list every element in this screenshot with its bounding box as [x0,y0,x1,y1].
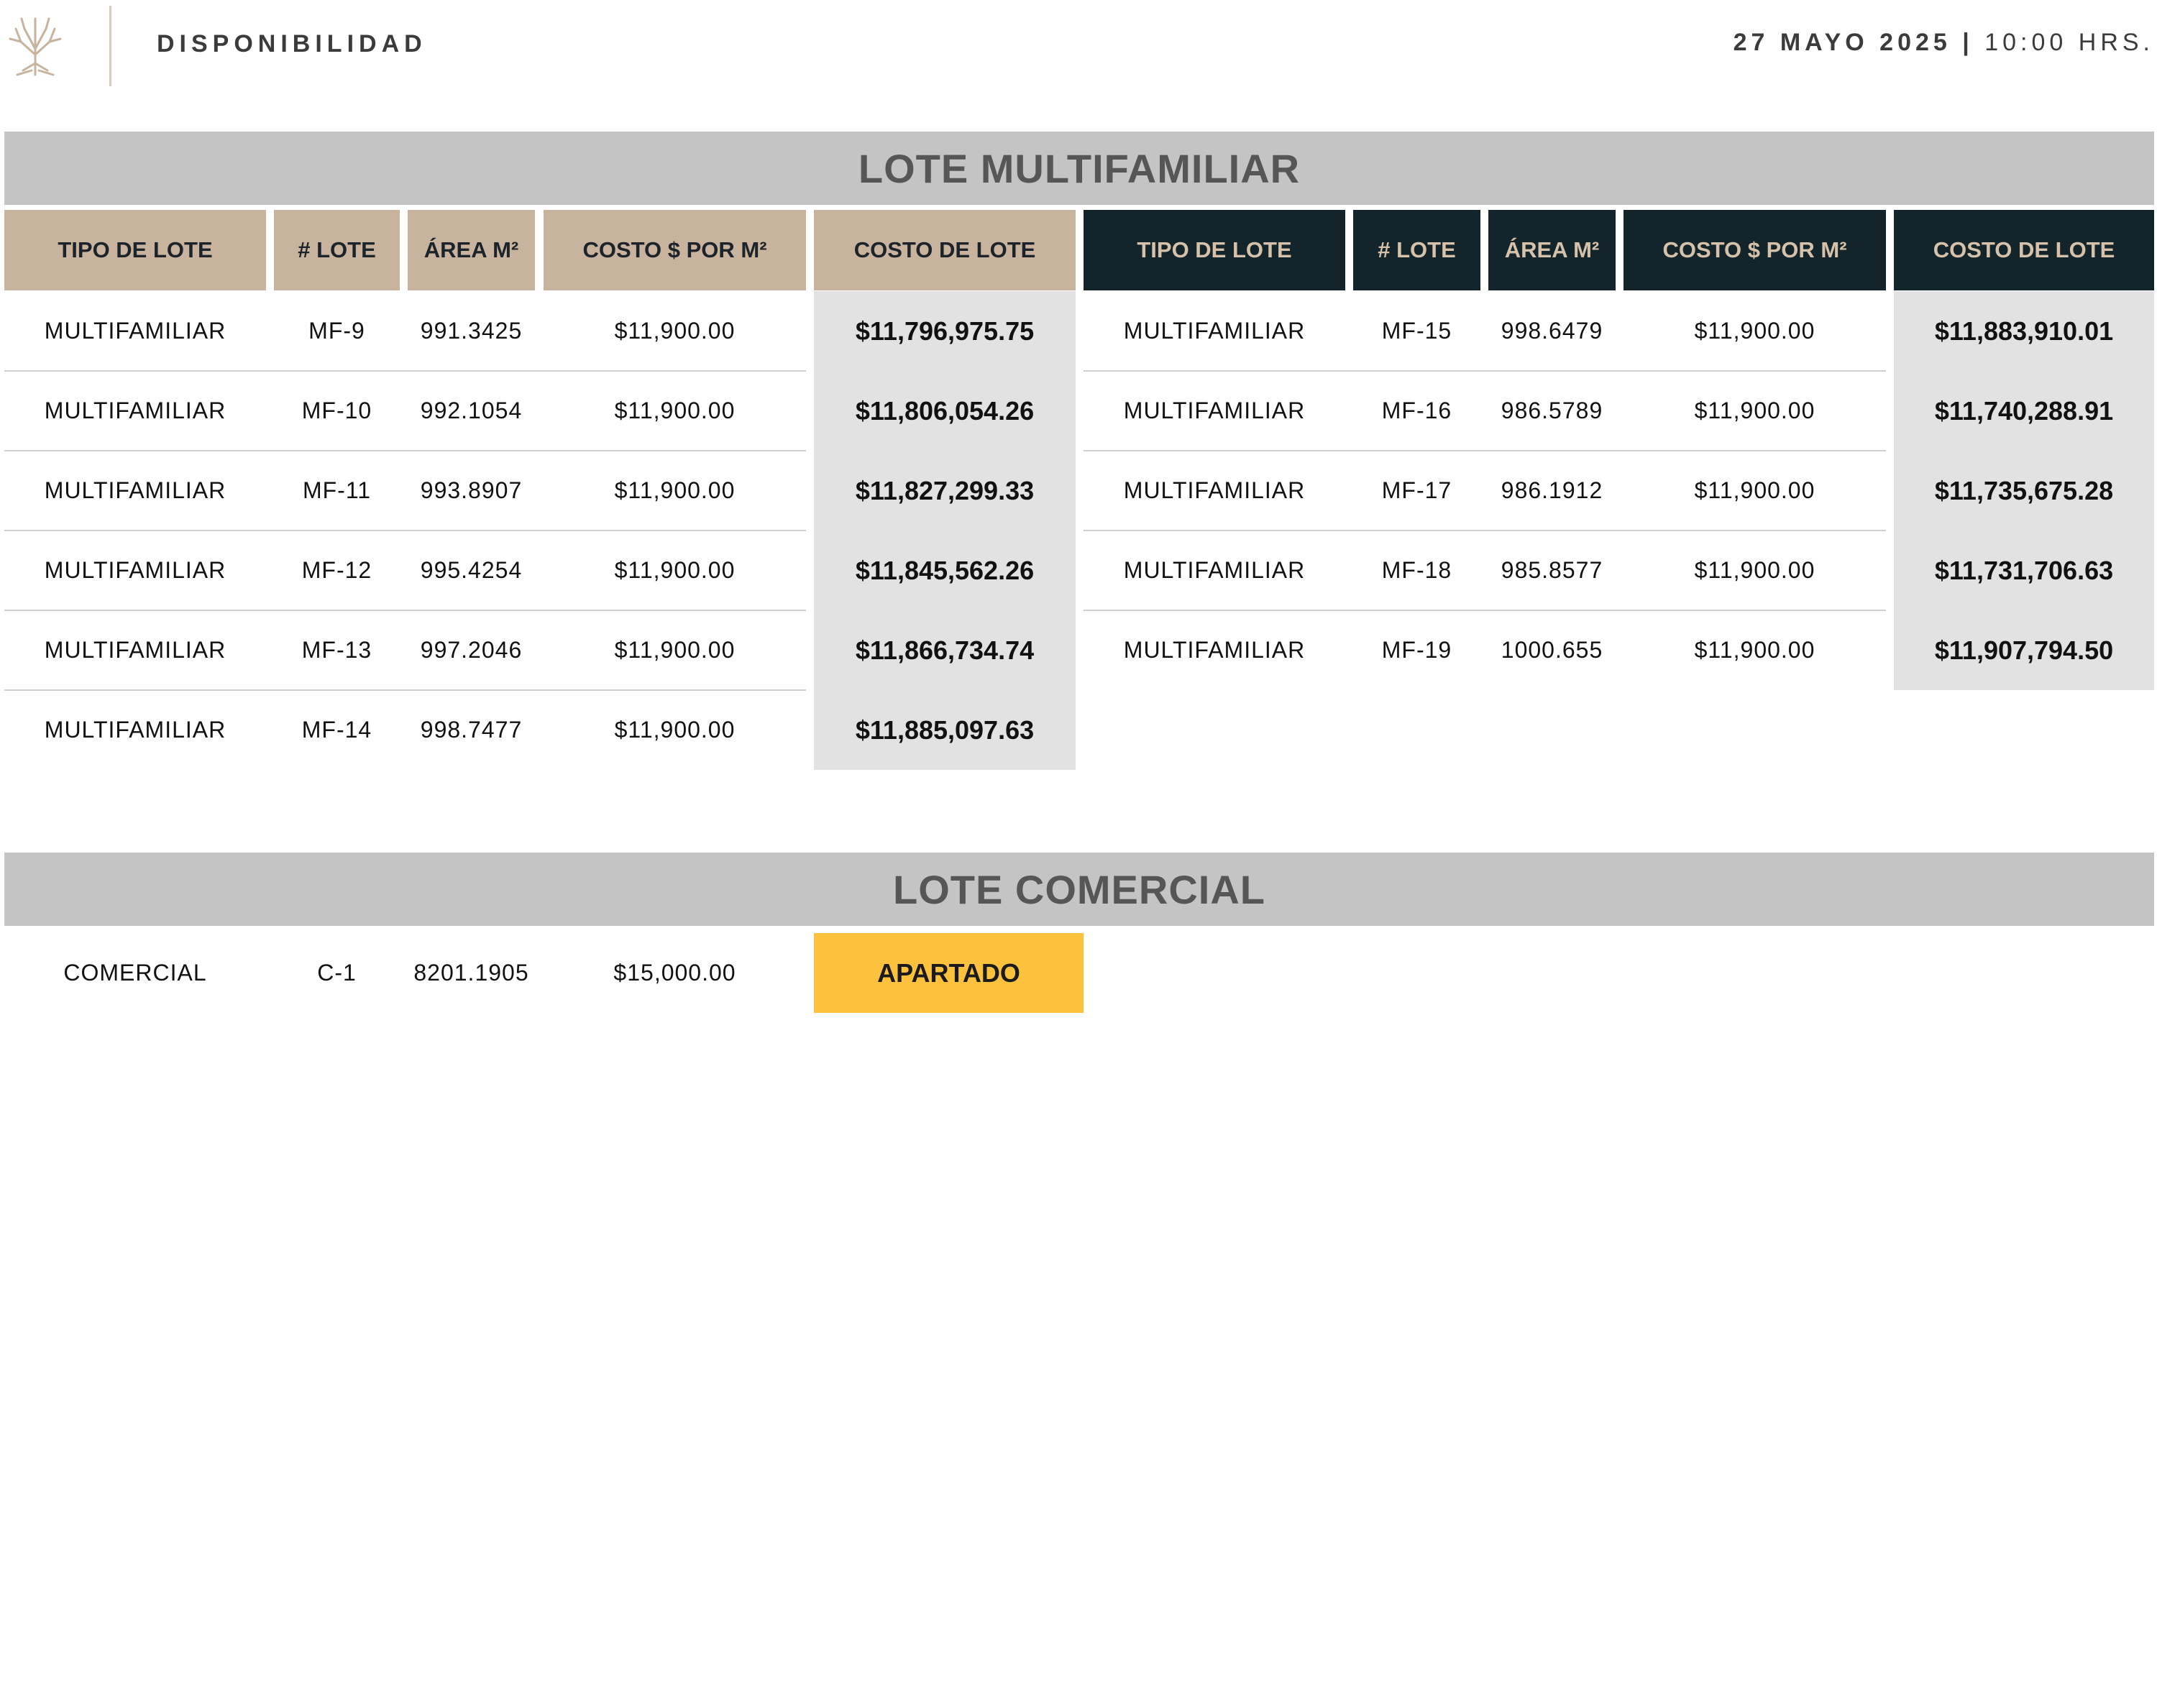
section-banner-multifamiliar: LOTE MULTIFAMILIAR [4,132,2154,205]
table-cell-costo_m2: $11,900.00 [1694,557,1815,583]
date-text: 27 MAYO 2025 [1733,29,1951,56]
table-cell-tipo: MULTIFAMILIAR [1123,477,1306,503]
table-cell-area: 1000.655 [1501,637,1603,663]
table-cell-tipo: MULTIFAMILIAR [1123,398,1306,423]
table-cell-lote: C-1 [317,960,357,986]
table-cell-lote: MF-13 [301,637,372,663]
section-banner-comercial: LOTE COMERCIAL [4,853,2154,926]
status-badge: APARTADO [814,933,1084,1013]
table-cell-tipo: MULTIFAMILIAR [44,717,226,743]
table-cell-lote: MF-16 [1381,398,1452,423]
table-cell-area: 986.1912 [1501,477,1603,503]
column-header-right-1: # LOTE [1353,210,1480,290]
table-cell-lote: MF-14 [301,717,372,743]
table-cell-costo_m2: $11,900.00 [1694,318,1815,344]
table-cell-costo: $11,885,097.63 [855,715,1035,745]
row-divider [4,450,806,451]
header-divider [109,6,111,86]
table-cell-lote: MF-15 [1381,318,1452,344]
column-header-left-0: TIPO DE LOTE [4,210,266,290]
table-cell-area: 8201.1905 [413,960,529,986]
table-cell-area: 998.6479 [1501,318,1603,344]
table-cell-costo: $11,731,706.63 [1934,555,2114,585]
table-cell-area: 985.8577 [1501,557,1603,583]
row-divider [1084,450,1886,451]
row-divider [4,370,806,372]
table-cell-costo: $11,845,562.26 [855,555,1035,585]
table-cell-costo: $11,806,054.26 [855,395,1035,426]
table-cell-costo: $11,907,794.50 [1934,635,2114,665]
table-cell-tipo: COMERCIAL [63,960,207,986]
column-header-left-4: COSTO DE LOTE [814,210,1076,290]
table-cell-lote: MF-10 [301,398,372,423]
row-divider [1084,370,1886,372]
table-cell-lote: MF-12 [301,557,372,583]
table-cell-costo_m2: $11,900.00 [1694,398,1815,423]
table-cell-costo: $11,796,975.75 [855,316,1035,346]
table-cell-lote: MF-19 [1381,637,1452,663]
page-title: DISPONIBILIDAD [157,30,427,58]
table-cell-lote: MF-11 [302,477,372,503]
row-divider [1084,530,1886,531]
table-cell-tipo: MULTIFAMILIAR [1123,557,1306,583]
table-cell-costo_m2: $11,900.00 [614,398,736,423]
date-time-stamp: 27 MAYO 2025 | 10:00 HRS. [1734,29,2154,57]
column-header-right-3: COSTO $ POR M² [1624,210,1886,290]
table-cell-costo_m2: $11,900.00 [614,477,736,503]
table-cell-lote: MF-17 [1381,477,1452,503]
table-cell-area: 992.1054 [420,398,523,423]
table-cell-lote: MF-18 [1381,557,1452,583]
table-cell-area: 998.7477 [420,717,523,743]
table-cell-tipo: MULTIFAMILIAR [44,477,226,503]
row-divider [4,689,806,691]
table-cell-tipo: MULTIFAMILIAR [1123,637,1306,663]
table-cell-costo_m2: $15,000.00 [613,960,736,986]
table-cell-costo_m2: $11,900.00 [614,637,736,663]
table-cell-costo: $11,740,288.91 [1934,395,2114,426]
table-cell-costo: $11,735,675.28 [1934,475,2114,505]
tree-logo-icon [9,17,62,76]
table-cell-area: 993.8907 [420,477,523,503]
table-cell-area: 991.3425 [420,318,523,344]
row-divider [4,530,806,531]
table-cell-costo_m2: $11,900.00 [614,717,736,743]
row-divider [4,610,806,611]
table-cell-area: 986.5789 [1501,398,1603,423]
column-header-right-0: TIPO DE LOTE [1084,210,1345,290]
row-divider [1084,610,1886,611]
column-header-left-2: ÁREA M² [408,210,535,290]
column-header-right-2: ÁREA M² [1488,210,1616,290]
table-cell-area: 995.4254 [420,557,523,583]
table-cell-costo: $11,866,734.74 [855,635,1035,665]
column-header-left-1: # LOTE [274,210,400,290]
date-separator: | [1962,29,1974,56]
table-cell-costo_m2: $11,900.00 [1694,637,1815,663]
table-cell-tipo: MULTIFAMILIAR [44,318,226,344]
table-cell-costo_m2: $11,900.00 [1694,477,1815,503]
column-header-left-3: COSTO $ POR M² [544,210,806,290]
table-cell-area: 997.2046 [420,637,523,663]
table-cell-costo_m2: $11,900.00 [614,318,736,344]
table-cell-tipo: MULTIFAMILIAR [44,557,226,583]
table-cell-costo: $11,827,299.33 [855,475,1035,505]
column-header-right-4: COSTO DE LOTE [1894,210,2154,290]
table-cell-tipo: MULTIFAMILIAR [44,398,226,423]
table-cell-lote: MF-9 [308,318,365,344]
table-cell-costo_m2: $11,900.00 [614,557,736,583]
table-cell-costo: $11,883,910.01 [1934,316,2114,346]
table-cell-tipo: MULTIFAMILIAR [1123,318,1306,344]
table-cell-tipo: MULTIFAMILIAR [44,637,226,663]
time-text: 10:00 HRS. [1984,29,2154,56]
